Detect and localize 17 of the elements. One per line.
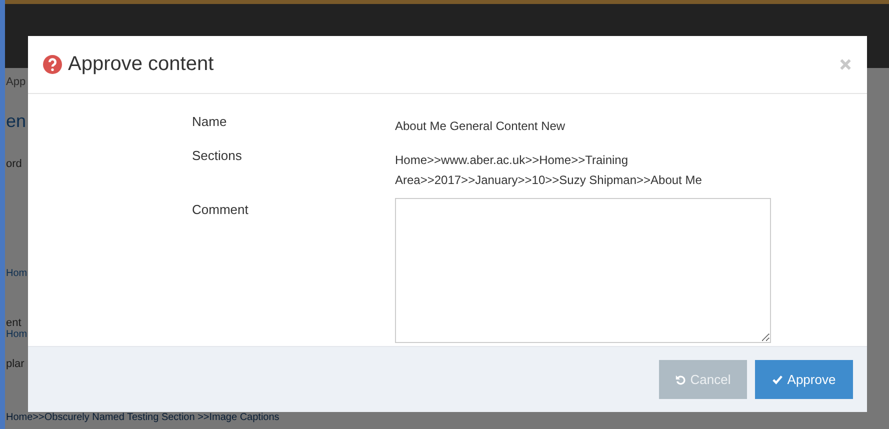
field-label: Name bbox=[192, 114, 228, 131]
approve-button[interactable]: Approve bbox=[755, 360, 853, 399]
check-icon bbox=[772, 374, 784, 385]
page-text: ord bbox=[5, 158, 22, 172]
field-label: Comment bbox=[192, 202, 250, 219]
page-text: en bbox=[5, 110, 26, 133]
undo-icon bbox=[675, 374, 686, 385]
page-text: plar bbox=[5, 358, 24, 370]
page-text: App bbox=[5, 75, 26, 90]
question-icon bbox=[43, 55, 62, 74]
comment-field[interactable] bbox=[395, 198, 771, 343]
dialog-title: Approve content bbox=[68, 53, 215, 76]
close-icon[interactable] bbox=[839, 58, 852, 71]
field-value: Home>>www.aber.ac.uk>>Home>>Training Area>>2017>>January>>10>>Suzy Shipman>>About Me bbox=[395, 152, 703, 189]
page-text: ent bbox=[5, 317, 22, 329]
field-label: Sections bbox=[192, 148, 243, 165]
field-value: About Me General Content New bbox=[395, 118, 566, 135]
